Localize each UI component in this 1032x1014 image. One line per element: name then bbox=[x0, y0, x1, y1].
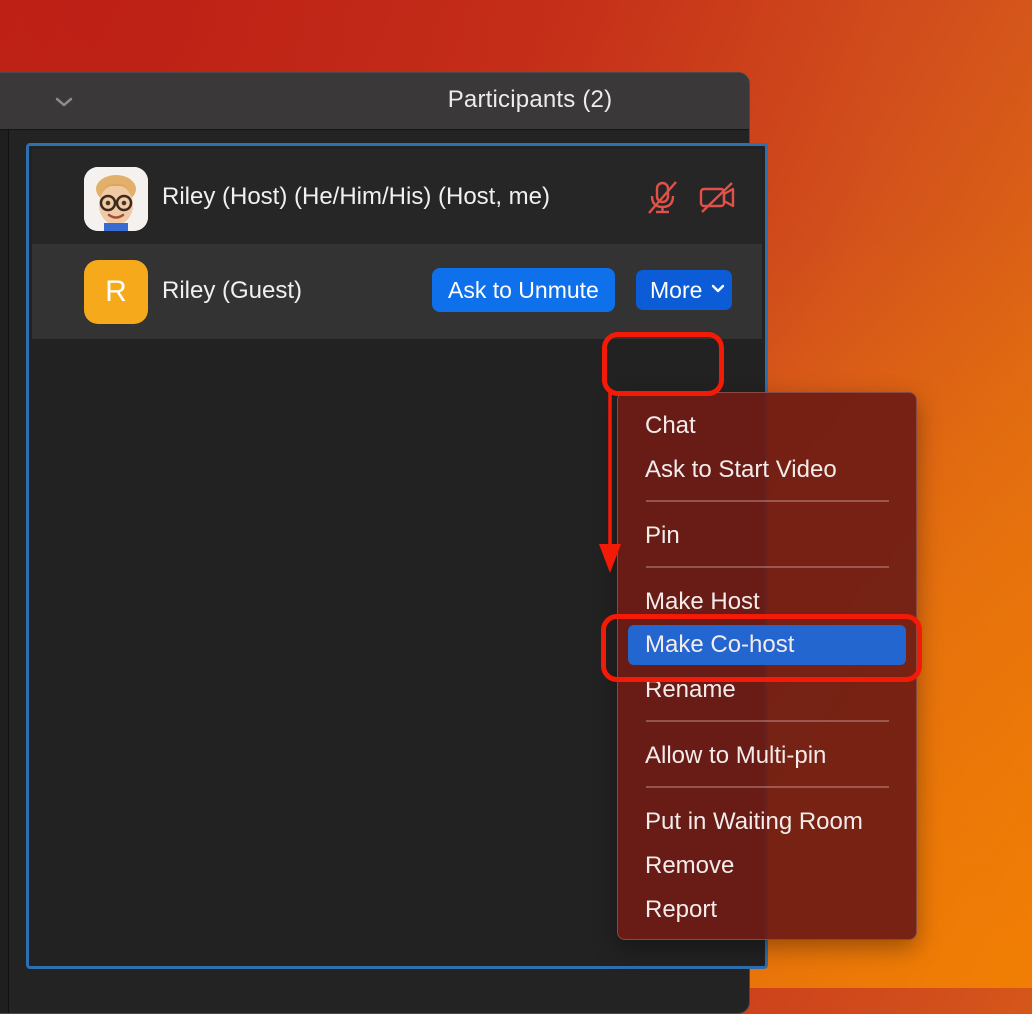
initial-avatar: R bbox=[84, 260, 148, 324]
more-button[interactable]: More bbox=[636, 270, 732, 310]
menu-divider bbox=[646, 500, 889, 502]
menu-item-allow-to-multi-pin[interactable]: Allow to Multi-pin bbox=[645, 736, 902, 776]
meeting-area-edge bbox=[0, 130, 9, 1013]
menu-divider bbox=[646, 566, 889, 568]
memoji-avatar bbox=[84, 167, 148, 231]
participant-row-guest[interactable]: R Riley (Guest) Ask to Unmute More bbox=[32, 244, 762, 339]
video-off-icon bbox=[699, 182, 735, 213]
arrow-down-icon bbox=[599, 392, 621, 573]
menu-item-put-in-waiting-room[interactable]: Put in Waiting Room bbox=[645, 802, 902, 842]
menu-item-ask-to-start-video[interactable]: Ask to Start Video bbox=[645, 450, 902, 490]
menu-divider bbox=[646, 786, 889, 788]
menu-item-pin[interactable]: Pin bbox=[645, 516, 902, 556]
chevron-down-icon bbox=[711, 284, 725, 293]
make-co-host-highlight bbox=[601, 614, 922, 682]
memoji-avatar-icon bbox=[84, 167, 148, 231]
menu-item-report[interactable]: Report bbox=[645, 890, 902, 930]
participant-name: Riley (Host) (He/Him/His) (Host, me) bbox=[162, 183, 551, 210]
participant-name: Riley (Guest) bbox=[162, 277, 303, 304]
more-button-highlight bbox=[602, 332, 724, 396]
more-button-label: More bbox=[650, 277, 703, 303]
menu-divider bbox=[646, 720, 889, 722]
mic-muted-icon bbox=[648, 181, 677, 214]
participant-row-host[interactable]: Riley (Host) (He/Him/His) (Host, me) bbox=[32, 149, 762, 244]
menu-item-chat[interactable]: Chat bbox=[645, 406, 902, 446]
menu-item-remove[interactable]: Remove bbox=[645, 846, 902, 886]
panel-title: Participants (2) bbox=[447, 86, 613, 113]
ask-to-unmute-button[interactable]: Ask to Unmute bbox=[432, 268, 615, 312]
